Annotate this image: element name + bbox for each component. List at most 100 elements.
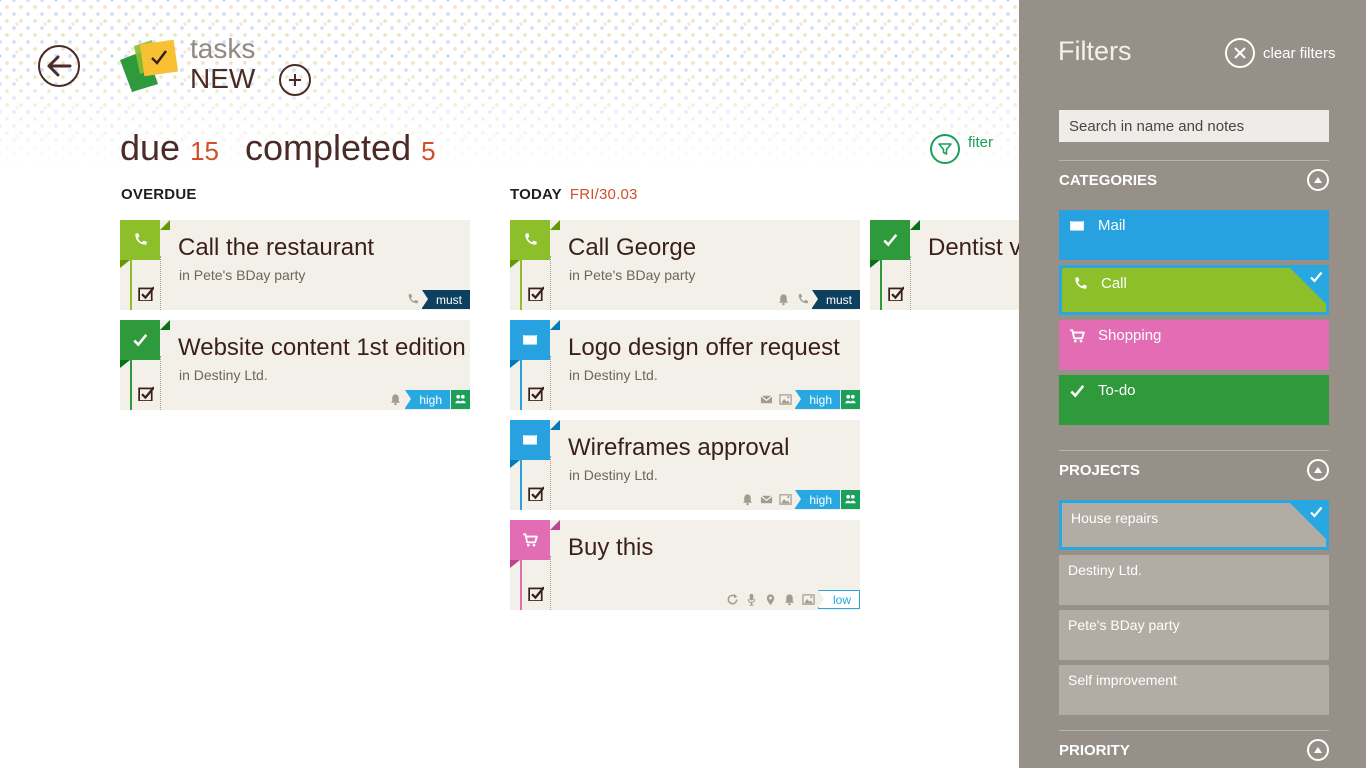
task-meta: high (738, 490, 860, 509)
task-tile[interactable]: Dentist vi (870, 220, 1020, 310)
task-tile[interactable]: Logo design offer request in Destiny Ltd… (510, 320, 860, 410)
complete-checkbox-icon[interactable] (528, 585, 545, 602)
category-filter-mail[interactable]: Mail (1059, 210, 1329, 260)
complete-checkbox-icon[interactable] (528, 485, 545, 502)
funnel-icon (930, 134, 960, 164)
project-filter-item[interactable]: House repairs (1059, 500, 1329, 550)
task-title: Call George (568, 234, 697, 261)
task-title: Website content 1st edition (178, 334, 466, 361)
complete-checkbox-icon[interactable] (528, 385, 545, 402)
task-meta: low (723, 590, 860, 609)
complete-checkbox-icon[interactable] (138, 285, 155, 302)
add-task-button[interactable] (279, 64, 311, 96)
mail-icon (510, 320, 550, 360)
phone-icon (120, 220, 160, 260)
pivot-due[interactable]: due 15 (120, 126, 219, 173)
filter-label: fiter (968, 134, 994, 151)
project-filter-label: Pete's BDay party (1068, 617, 1180, 633)
bell-icon (738, 490, 757, 509)
projects-collapse-button[interactable] (1307, 459, 1329, 481)
category-filter-label: To-do (1098, 382, 1136, 399)
pivot-completed[interactable]: completed 5 (245, 126, 436, 173)
task-tile[interactable]: Wireframes approval in Destiny Ltd. high (510, 420, 860, 510)
complete-checkbox-icon[interactable] (888, 285, 905, 302)
project-filter-label: House repairs (1071, 510, 1159, 526)
search-input[interactable] (1059, 110, 1329, 142)
close-icon (1225, 38, 1255, 68)
category-filter-shopping[interactable]: Shopping (1059, 320, 1329, 370)
flag-tail (510, 360, 520, 368)
section-today-label: TODAY (510, 186, 562, 203)
divider (550, 556, 551, 610)
categories-collapse-button[interactable] (1307, 169, 1329, 191)
flag-tail (120, 360, 130, 368)
divider (550, 456, 551, 510)
check-icon (1069, 383, 1085, 399)
project-filter-item[interactable]: Pete's BDay party (1059, 610, 1329, 660)
flag-fold (550, 220, 560, 230)
category-filter-todo[interactable]: To-do (1059, 375, 1329, 425)
divider (160, 256, 161, 310)
project-filter-label: Destiny Ltd. (1068, 562, 1142, 578)
flag-fold (550, 320, 560, 330)
category-flag (870, 220, 920, 268)
phone-icon (403, 290, 422, 309)
task-project: in Destiny Ltd. (569, 467, 658, 483)
priority-collapse-button[interactable] (1307, 739, 1329, 761)
bell-icon (386, 390, 405, 409)
check-icon (870, 220, 910, 260)
complete-checkbox-icon[interactable] (138, 385, 155, 402)
cart-icon (1069, 328, 1085, 344)
check-icon (1309, 269, 1323, 288)
task-title: Call the restaurant (178, 234, 375, 261)
chevron-up-icon (1314, 177, 1322, 183)
location-icon (761, 590, 780, 609)
task-tile[interactable]: Call George in Pete's BDay party must (510, 220, 860, 310)
mail-icon (1069, 218, 1085, 234)
priority-badge: high (405, 390, 450, 409)
category-flag (120, 320, 170, 368)
phone-icon (510, 220, 550, 260)
clear-filters-button[interactable]: clear filters (1225, 38, 1336, 68)
complete-checkbox-icon[interactable] (528, 285, 545, 302)
category-flag (510, 420, 560, 468)
pivot-completed-label: completed (245, 127, 412, 168)
category-filter-label: Shopping (1098, 327, 1162, 344)
app-subtitle: NEW (190, 63, 256, 94)
divider (1059, 450, 1329, 451)
flag-tail (870, 260, 880, 268)
mail-icon (757, 390, 776, 409)
phone-icon (793, 290, 812, 309)
task-project: in Destiny Ltd. (569, 367, 658, 383)
category-filter-call[interactable]: Call (1059, 265, 1329, 315)
flag-fold (160, 320, 170, 330)
project-filter-item[interactable]: Destiny Ltd. (1059, 555, 1329, 605)
task-tile[interactable]: Website content 1st edition in Destiny L… (120, 320, 470, 410)
task-project: in Pete's BDay party (179, 267, 306, 283)
project-filter-item[interactable]: Self improvement (1059, 665, 1329, 715)
priority-badge: must (811, 290, 860, 309)
task-tile[interactable]: Call the restaurant in Pete's BDay party… (120, 220, 470, 310)
back-button[interactable] (38, 45, 80, 87)
app-logo (118, 38, 182, 96)
plus-icon (289, 74, 301, 86)
people-icon (841, 490, 860, 509)
flag-fold (550, 520, 560, 530)
task-title: Wireframes approval (568, 434, 790, 461)
bell-icon (780, 590, 799, 609)
category-filter-label: Mail (1098, 217, 1126, 234)
task-tile[interactable]: Buy this low (510, 520, 860, 610)
chevron-up-icon (1314, 467, 1322, 473)
filter-button[interactable]: fiter (930, 134, 993, 164)
divider (550, 256, 551, 310)
app-title: tasks (190, 33, 256, 64)
category-flag (510, 220, 560, 268)
priority-heading: PRIORITY (1059, 742, 1130, 759)
phone-icon (1072, 276, 1088, 292)
flag-fold (550, 420, 560, 430)
filters-title: Filters (1058, 36, 1132, 66)
task-title: Buy this (568, 534, 654, 561)
project-filter-label: Self improvement (1068, 672, 1177, 688)
priority-badge: must (421, 290, 470, 309)
image-icon (776, 390, 795, 409)
